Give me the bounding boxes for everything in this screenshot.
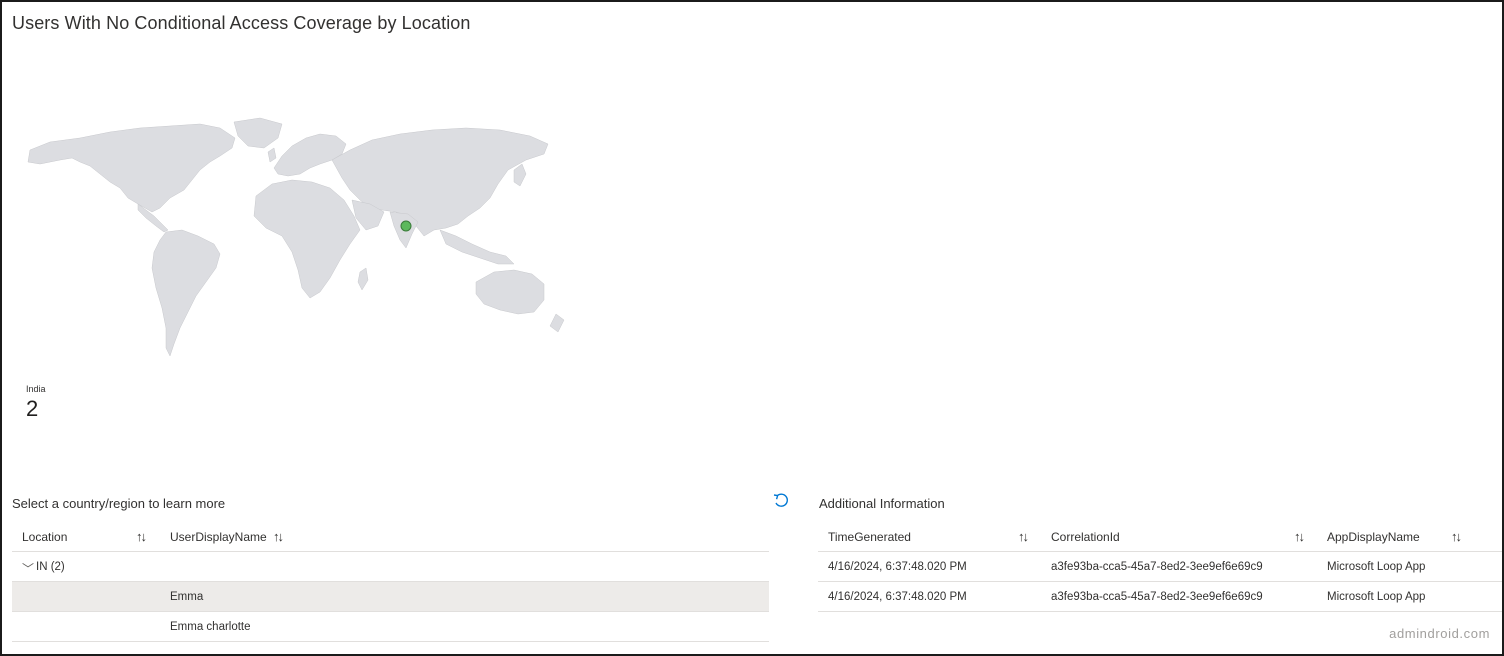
map-madagascar (357, 267, 369, 291)
undo-icon[interactable] (772, 492, 790, 510)
map-new-zealand (549, 313, 565, 333)
location-grid: Location ↑↓ UserDisplayName ↑↓ ﹀ IN (2) … (12, 522, 769, 642)
time-cell: 4/16/2024, 6:37:48.020 PM (828, 591, 967, 603)
column-header-timegenerated[interactable]: TimeGenerated (828, 530, 911, 544)
map-australia (475, 269, 545, 315)
left-panel-title: Select a country/region to learn more (12, 496, 226, 511)
group-row[interactable]: ﹀ IN (2) (12, 552, 769, 582)
app-cell: Microsoft Loop App (1327, 561, 1426, 573)
watermark: admindroid.com (1389, 626, 1490, 641)
column-header-location[interactable]: Location (22, 530, 67, 544)
details-grid-header: TimeGenerated ↑↓ CorrelationId ↑↓ AppDis… (818, 522, 1502, 552)
map-north-america (27, 123, 236, 213)
right-panel-title: Additional Information (819, 496, 945, 511)
location-grid-header: Location ↑↓ UserDisplayName ↑↓ (12, 522, 769, 552)
table-row[interactable]: Emma charlotte (12, 612, 769, 642)
map-africa (253, 179, 361, 299)
group-label: IN (2) (36, 561, 65, 573)
table-row[interactable]: 4/16/2024, 6:37:48.020 PM a3fe93ba-cca5-… (818, 582, 1502, 612)
time-cell: 4/16/2024, 6:37:48.020 PM (828, 561, 967, 573)
page-title: Users With No Conditional Access Coverag… (12, 13, 471, 33)
sort-icon[interactable]: ↑↓ (1018, 529, 1029, 544)
map-southeast-asia (439, 229, 515, 265)
table-row[interactable]: 4/16/2024, 6:37:48.020 PM a3fe93ba-cca5-… (818, 552, 1502, 582)
map-south-america (151, 229, 221, 357)
chevron-down-icon[interactable]: ﹀ (22, 560, 34, 577)
world-map[interactable] (20, 112, 580, 380)
column-header-correlationid[interactable]: CorrelationId (1051, 530, 1120, 544)
app-cell: Microsoft Loop App (1327, 591, 1426, 603)
map-greenland (233, 117, 283, 149)
tile-label: India (26, 384, 46, 394)
table-row[interactable]: Emma (12, 582, 769, 612)
sort-icon[interactable]: ↑↓ (136, 529, 147, 544)
correlation-cell: a3fe93ba-cca5-45a7-8ed2-3ee9ef6e69c9 (1051, 591, 1263, 603)
user-cell: Emma charlotte (170, 621, 251, 633)
map-europe (273, 133, 347, 177)
map-marker-india (400, 220, 412, 232)
correlation-cell: a3fe93ba-cca5-45a7-8ed2-3ee9ef6e69c9 (1051, 561, 1263, 573)
map-uk (267, 147, 277, 163)
sort-icon[interactable]: ↑↓ (273, 529, 284, 544)
user-cell: Emma (170, 591, 204, 603)
details-grid: TimeGenerated ↑↓ CorrelationId ↑↓ AppDis… (818, 522, 1502, 612)
column-header-appdisplayname[interactable]: AppDisplayName (1327, 530, 1420, 544)
metric-tile[interactable]: India 2 (26, 384, 46, 422)
sort-icon[interactable]: ↑↓ (1451, 529, 1462, 544)
tile-value: 2 (26, 396, 39, 421)
sort-icon[interactable]: ↑↓ (1294, 529, 1305, 544)
map-japan (513, 163, 527, 187)
column-header-userdisplayname[interactable]: UserDisplayName (170, 530, 267, 544)
